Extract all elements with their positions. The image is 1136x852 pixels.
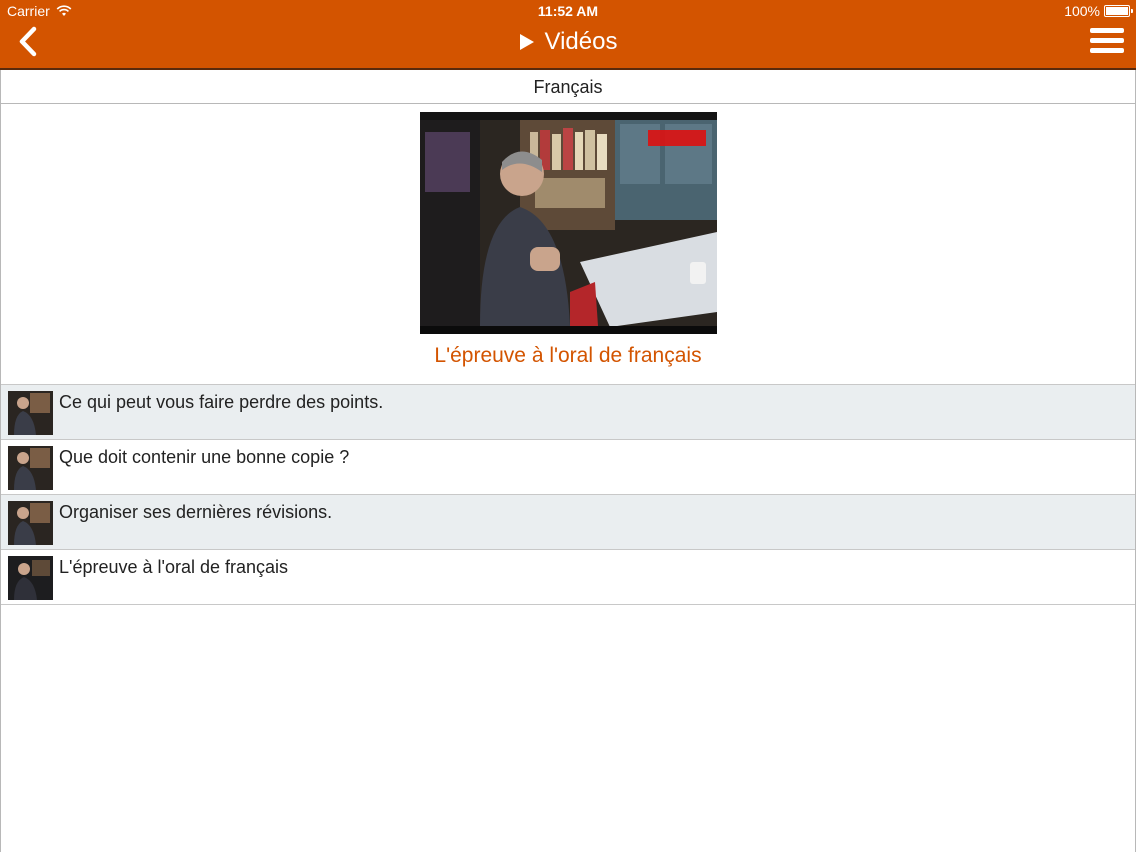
section-title: Français (0, 70, 1136, 104)
video-list: Ce qui peut vous faire perdre des points… (1, 384, 1135, 605)
navigation-bar: Carrier 11:52 AM 100% Vidéos (0, 0, 1136, 70)
page-title-text: Vidéos (544, 28, 618, 55)
play-icon (519, 34, 534, 50)
video-content: L'épreuve à l'oral de français Ce qui pe… (0, 104, 1136, 852)
list-item[interactable]: Ce qui peut vous faire perdre des points… (1, 385, 1135, 440)
video-thumbnail-image (420, 112, 717, 334)
list-item-title: Ce qui peut vous faire perdre des points… (59, 392, 384, 412)
battery-percent: 100% (1064, 3, 1100, 19)
featured-video-thumbnail[interactable] (420, 112, 717, 334)
menu-button[interactable] (1090, 28, 1124, 56)
video-thumbnail (8, 446, 53, 490)
status-time: 11:52 AM (537, 3, 599, 19)
battery-icon (1104, 5, 1133, 17)
video-thumbnail (8, 501, 53, 545)
list-item-title: Que doit contenir une bonne copie ? (59, 447, 350, 467)
video-thumbnail (8, 556, 53, 600)
list-item[interactable]: L'épreuve à l'oral de français (1, 550, 1135, 605)
hamburger-menu-icon (1090, 28, 1124, 53)
list-item[interactable]: Que doit contenir une bonne copie ? (1, 440, 1135, 495)
list-item-title: L'épreuve à l'oral de français (59, 557, 289, 577)
status-battery: 100% (1064, 3, 1133, 19)
featured-video-title[interactable]: L'épreuve à l'oral de français (1, 344, 1135, 368)
list-item-title: Organiser ses dernières révisions. (59, 502, 333, 522)
video-thumbnail (8, 391, 53, 435)
list-item[interactable]: Organiser ses dernières révisions. (1, 495, 1135, 550)
page-title: Vidéos (0, 28, 1136, 56)
